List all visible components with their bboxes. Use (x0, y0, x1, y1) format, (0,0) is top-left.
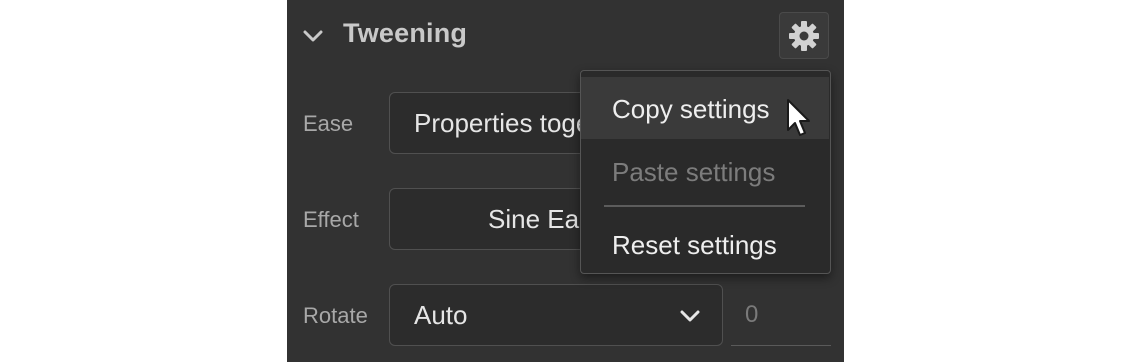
chevron-down-icon[interactable] (303, 28, 323, 44)
rotate-dropdown[interactable]: Auto (389, 284, 723, 346)
gear-icon (789, 20, 819, 51)
rotate-count-value: 0 (745, 301, 759, 328)
ease-label: Ease (303, 111, 354, 136)
menu-divider (604, 205, 805, 207)
pointer-cursor-icon (787, 99, 810, 136)
menu-item-paste-settings: Paste settings (581, 140, 829, 202)
rotate-value: Auto (414, 300, 468, 330)
effect-label: Effect (303, 207, 359, 232)
rotate-count-input[interactable]: 0 (731, 284, 831, 346)
tweening-panel: Tweening Ease Properties together Effect… (287, 0, 844, 362)
menu-item-label: Reset settings (612, 230, 777, 260)
settings-button[interactable] (779, 12, 829, 59)
menu-item-label: Paste settings (612, 157, 776, 187)
chevron-down-icon (680, 310, 700, 322)
section-title: Tweening (343, 18, 468, 48)
menu-item-reset-settings[interactable]: Reset settings (581, 213, 829, 275)
rotate-label: Rotate (303, 303, 368, 328)
menu-item-label: Copy settings (612, 94, 770, 124)
